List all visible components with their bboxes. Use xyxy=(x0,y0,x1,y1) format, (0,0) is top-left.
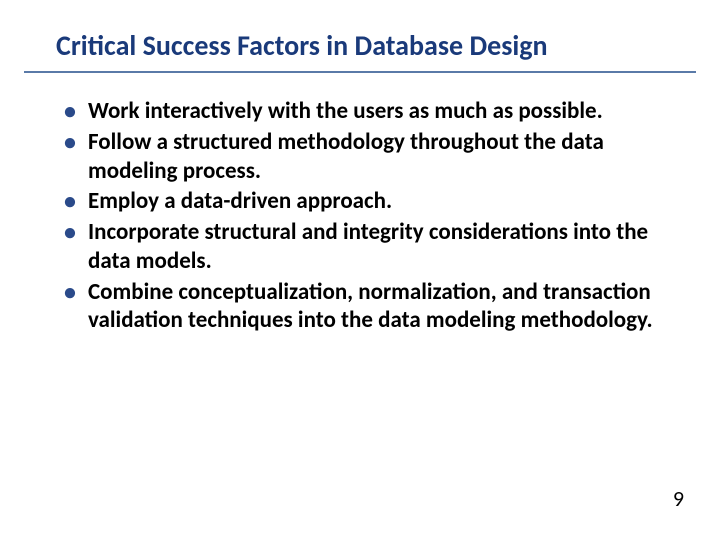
bullet-item: Combine conceptualization, normalization… xyxy=(60,278,680,336)
slide-content: Work interactively with the users as muc… xyxy=(0,73,720,335)
page-number: 9 xyxy=(673,485,684,512)
slide-title: Critical Success Factors in Database Des… xyxy=(24,0,696,73)
bullet-item: Work interactively with the users as muc… xyxy=(60,97,680,126)
bullet-item: Follow a structured methodology througho… xyxy=(60,128,680,186)
bullet-item: Employ a data-driven approach. xyxy=(60,187,680,216)
bullet-item: Incorporate structural and integrity con… xyxy=(60,218,680,276)
bullet-list: Work interactively with the users as muc… xyxy=(60,97,680,335)
